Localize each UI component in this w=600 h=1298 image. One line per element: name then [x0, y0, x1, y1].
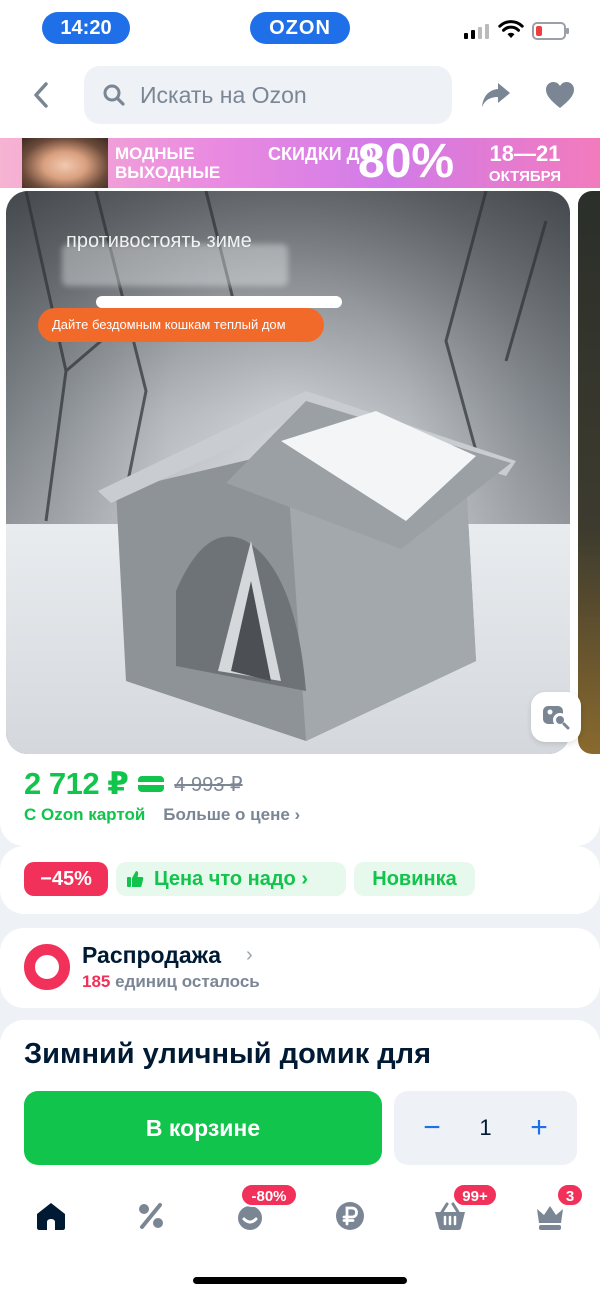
new-badge: Новинка — [354, 862, 475, 896]
sale-remaining-label: единиц осталось — [115, 972, 260, 991]
battery-icon — [532, 22, 569, 40]
image-overlay-pill: Дайте бездомным кошкам теплый дом — [38, 308, 324, 342]
status-time: 14:20 — [42, 12, 130, 44]
share-button[interactable] — [480, 80, 512, 110]
sale-block[interactable]: Распродажа › 185 единиц осталось — [0, 928, 600, 1008]
more-about-price-link[interactable]: Больше о цене › — [163, 805, 300, 825]
cart-count-badge: 99+ — [452, 1183, 498, 1207]
search-placeholder: Искать на Ozon — [140, 81, 307, 108]
decrease-button[interactable]: − — [420, 1113, 444, 1143]
increase-button[interactable]: + — [527, 1113, 551, 1143]
chevron-right-icon: › — [246, 944, 253, 966]
promo-banner[interactable]: МОДНЫЕ ВЫХОДНЫЕ СКИДКИ ДО 80% 18—21 ОКТЯ… — [0, 138, 600, 188]
share-icon — [482, 83, 510, 107]
sale-ring-icon — [24, 944, 70, 990]
profile-badge: 3 — [556, 1183, 584, 1207]
home-icon — [37, 1203, 65, 1230]
current-price: 2 712 ₽ — [24, 766, 129, 801]
sale-title: Распродажа — [82, 942, 222, 968]
ozon-card-icon — [138, 776, 165, 792]
quantity-stepper: − 1 + — [394, 1091, 577, 1165]
next-image-preview[interactable] — [578, 191, 600, 754]
promo-month: ОКТЯБРЯ — [488, 168, 562, 185]
search-input[interactable]: Искать на Ozon — [84, 66, 452, 124]
image-overlay-blur — [62, 244, 288, 286]
promo-title: МОДНЫЕ ВЫХОДНЫЕ — [115, 144, 221, 182]
image-snow-decoration — [96, 296, 342, 308]
ozon-card-price-label: С Ozon картой — [24, 805, 146, 824]
tab-discounts[interactable] — [129, 1194, 173, 1238]
ruble-icon — [336, 1202, 364, 1230]
promo-dates: 18—21 — [489, 141, 561, 166]
top-bar: Искать на Ozon — [0, 58, 600, 138]
good-price-badge[interactable]: Цена что надо › — [116, 862, 346, 896]
image-search-icon — [543, 706, 570, 730]
fresh-badge: -80% — [240, 1183, 298, 1207]
profile-crown-icon — [537, 1206, 563, 1230]
promo-photo — [22, 138, 108, 188]
badges-row: −45% Цена что надо › Новинка — [0, 846, 600, 914]
quantity-value: 1 — [479, 1115, 492, 1140]
app-badge: OZON — [250, 12, 350, 44]
heart-icon — [546, 82, 574, 108]
price-details: С Ozon картой Больше о цене › — [24, 805, 300, 825]
in-cart-button[interactable]: В корзине — [24, 1091, 382, 1165]
search-icon — [103, 84, 125, 106]
favorite-button[interactable] — [544, 80, 576, 110]
percent-icon — [139, 1203, 163, 1229]
back-button[interactable] — [26, 78, 56, 112]
wifi-icon — [498, 20, 524, 38]
tab-finance[interactable] — [328, 1194, 372, 1238]
price-row: 2 712 ₽ 4 993 ₽ — [24, 766, 243, 802]
product-title: Зимний уличный домик для — [24, 1038, 432, 1070]
status-bar: 14:20 OZON — [0, 0, 600, 58]
old-price: 4 993 ₽ — [174, 773, 243, 796]
home-indicator — [193, 1277, 407, 1284]
image-search-button[interactable] — [531, 692, 581, 742]
chevron-left-icon — [34, 82, 48, 108]
thumbs-up-icon — [127, 871, 144, 887]
discount-badge: −45% — [24, 862, 108, 896]
good-price-label: Цена что надо › — [154, 868, 308, 890]
promo-percent: 80% — [358, 138, 455, 188]
cellular-signal-icon — [464, 24, 489, 39]
sale-count: 185 — [82, 972, 111, 991]
tab-home[interactable] — [29, 1194, 73, 1238]
sale-remaining: 185 единиц осталось — [82, 972, 260, 992]
